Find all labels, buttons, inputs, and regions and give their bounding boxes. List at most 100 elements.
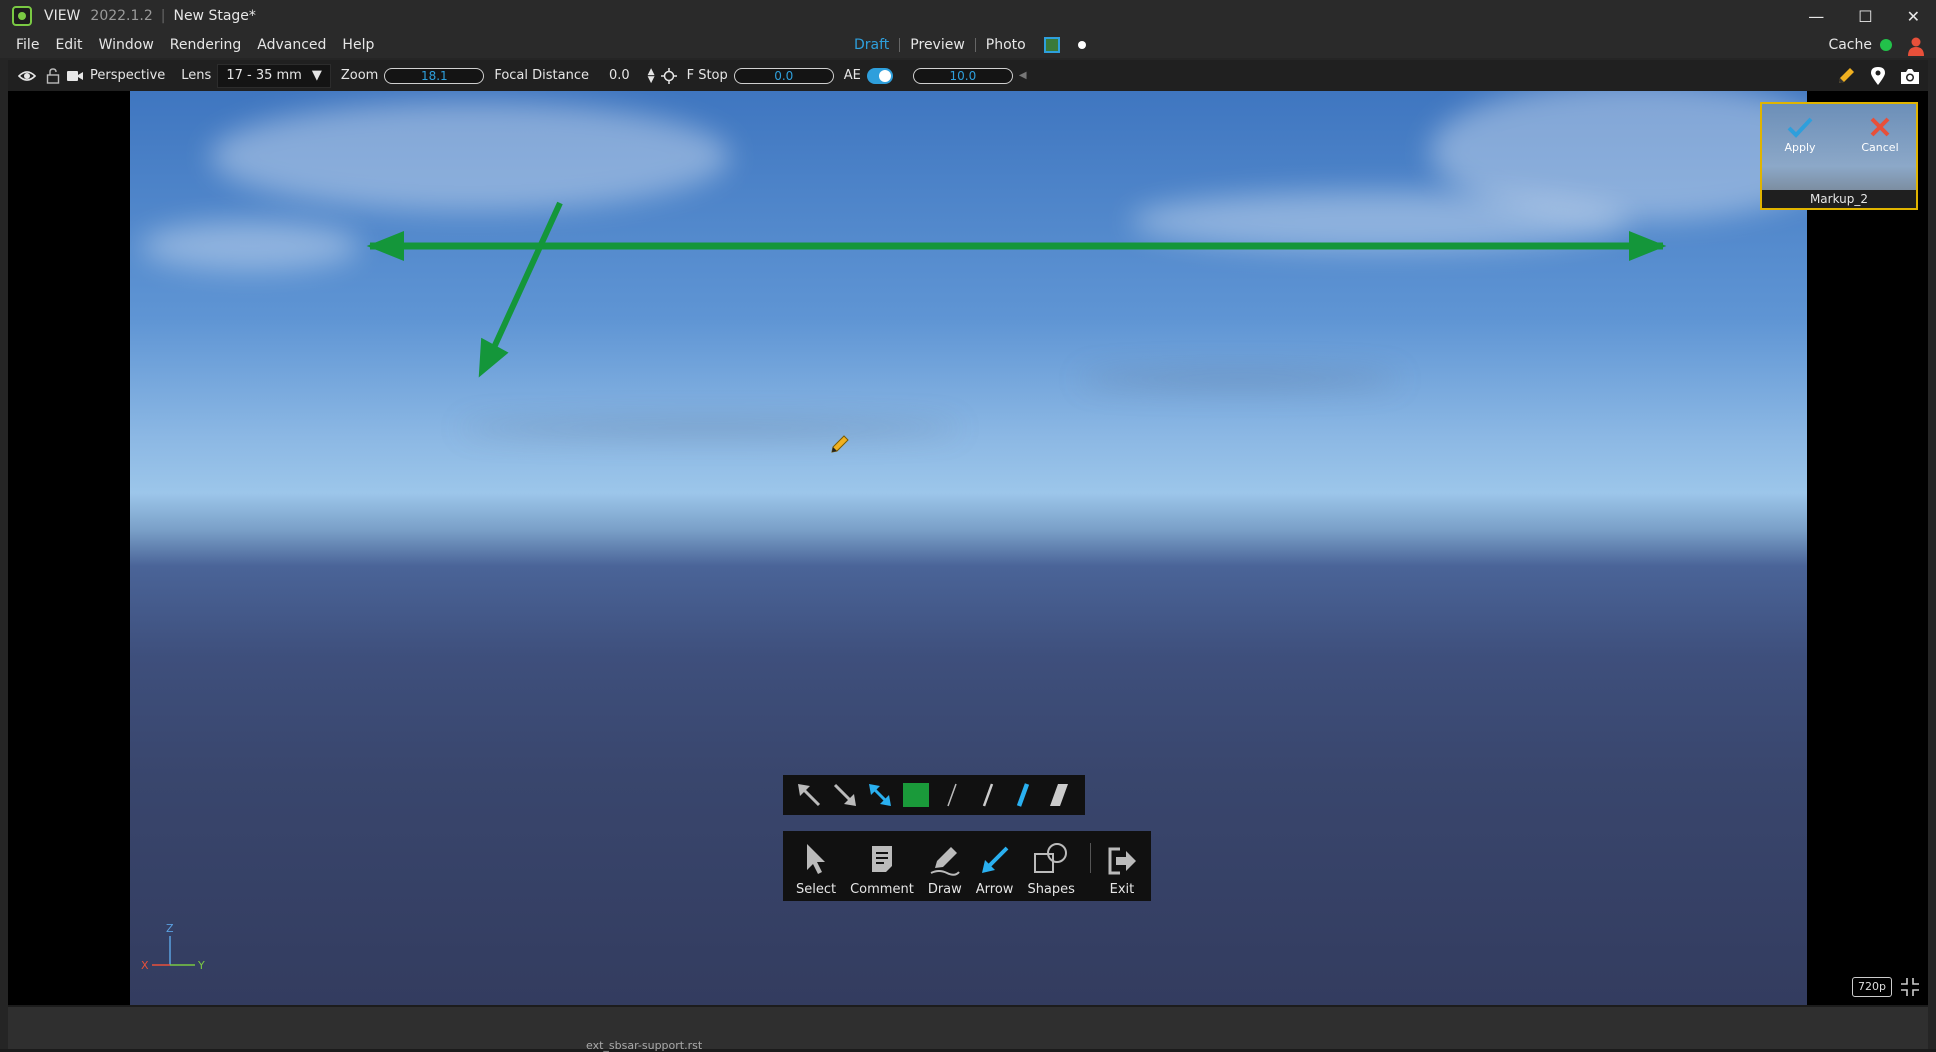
- cursor-icon: [807, 844, 826, 874]
- cancel-x-icon: [1870, 117, 1890, 137]
- axis-gizmo: Z Y X: [141, 922, 205, 970]
- double-arrow-icon: [869, 784, 892, 806]
- menu-file[interactable]: File: [16, 37, 39, 53]
- menu-window[interactable]: Window: [99, 37, 154, 53]
- cache-status-dot: [1880, 39, 1892, 51]
- draw-tool-label: Draw: [927, 882, 962, 897]
- menu-rendering[interactable]: Rendering: [170, 37, 242, 53]
- lens-label: Lens: [181, 68, 212, 83]
- title-bar: VIEW 2022.1.2 | New Stage* — ☐ ✕: [0, 0, 1936, 32]
- menu-edit[interactable]: Edit: [55, 37, 82, 53]
- camera-mode-label[interactable]: Perspective: [90, 68, 165, 83]
- apply-button[interactable]: Apply: [1770, 116, 1830, 154]
- arrow-double-style-button[interactable]: [865, 780, 895, 810]
- crosshair-icon[interactable]: [660, 67, 677, 84]
- double-arrow-annotation[interactable]: [366, 231, 1667, 261]
- minimize-button[interactable]: —: [1808, 7, 1824, 26]
- ae-toggle[interactable]: [866, 67, 893, 84]
- line-heavy-icon: [1050, 784, 1069, 806]
- lock-icon[interactable]: [46, 67, 60, 84]
- menu-advanced[interactable]: Advanced: [257, 37, 326, 53]
- status-bar: [8, 1005, 1928, 1049]
- ae-slider[interactable]: 10.0: [912, 67, 1013, 84]
- color-swatch: [903, 783, 930, 807]
- zoom-label: Zoom: [340, 68, 379, 83]
- comment-tool-label: Comment: [850, 882, 914, 897]
- axis-x-label: X: [141, 959, 149, 970]
- markup-panel: Apply Cancel Markup_2: [1760, 102, 1918, 210]
- cancel-label: Cancel: [1861, 141, 1899, 154]
- mode-draft[interactable]: Draft: [854, 37, 889, 53]
- apply-label: Apply: [1784, 141, 1816, 154]
- focal-distance-label: Focal Distance: [494, 68, 589, 83]
- pen-icon: [930, 847, 960, 876]
- stepper-arrows-icon[interactable]: ▲ ▼: [648, 67, 655, 84]
- line-medium-icon: [982, 783, 993, 807]
- pencil-icon[interactable]: [1836, 66, 1856, 86]
- app-name: VIEW: [44, 8, 81, 24]
- line-width-heavy-button[interactable]: [1044, 780, 1074, 810]
- arrow-annotation[interactable]: [478, 201, 563, 378]
- comment-tool-button[interactable]: Comment: [843, 835, 921, 897]
- viewport-letterbox-left: [8, 91, 130, 1005]
- cache-label: Cache: [1828, 37, 1872, 53]
- menu-help[interactable]: Help: [342, 37, 374, 53]
- arrow-tool-button[interactable]: Arrow: [969, 835, 1021, 897]
- draw-tool-button[interactable]: Draw: [921, 835, 969, 897]
- stage-name: New Stage*: [173, 8, 256, 24]
- line-width-thick-button[interactable]: [1008, 780, 1038, 810]
- mode-preview[interactable]: Preview: [910, 37, 965, 53]
- exit-tool-button[interactable]: Exit: [1099, 835, 1145, 897]
- markup-toolbar: Select Comment Draw Arrow Shapes Exit: [783, 831, 1151, 901]
- location-pin-icon[interactable]: [1870, 66, 1886, 86]
- app-version: 2022.1.2: [90, 8, 153, 24]
- exit-icon: [1108, 847, 1136, 875]
- close-button[interactable]: ✕: [1907, 7, 1920, 26]
- app-logo-icon: [12, 6, 32, 26]
- pencil-cursor-icon: [831, 435, 849, 453]
- ae-label: AE: [843, 68, 861, 83]
- lens-dropdown[interactable]: 17 - 35 mm ▼: [217, 63, 331, 88]
- select-tool-label: Select: [796, 882, 837, 897]
- slider-reset-icon[interactable]: ◀: [1019, 70, 1027, 81]
- zoom-slider[interactable]: 18.1: [384, 67, 485, 84]
- line-width-medium-button[interactable]: [973, 780, 1003, 810]
- line-thin-icon: [947, 783, 957, 807]
- toolbar-divider: [1089, 843, 1091, 873]
- cancel-button[interactable]: Cancel: [1850, 116, 1910, 154]
- camera-toolbar: Perspective Lens 17 - 35 mm ▼ Zoom 18.1 …: [8, 60, 1928, 91]
- axis-z-label: Z: [166, 922, 174, 935]
- screenshot-camera-icon[interactable]: [1900, 67, 1920, 85]
- lens-value: 17 - 35 mm: [226, 68, 302, 83]
- arrow-down-right-icon: [833, 783, 856, 806]
- exit-tool-label: Exit: [1109, 882, 1135, 897]
- render-status-dot: [1077, 41, 1086, 49]
- markup-name: Markup_2: [1762, 190, 1916, 208]
- fullscreen-icon[interactable]: [1900, 977, 1920, 997]
- resolution-badge[interactable]: 720p: [1852, 977, 1892, 997]
- render-settings-icon[interactable]: [1043, 37, 1060, 53]
- viewport-letterbox-right: [1807, 91, 1928, 1005]
- select-tool-button[interactable]: Select: [789, 835, 843, 897]
- maximize-button[interactable]: ☐: [1858, 7, 1872, 26]
- cache-status: Cache: [1828, 32, 1892, 58]
- shapes-icon: [1034, 843, 1068, 873]
- menu-bar: File Edit Window Rendering Advanced Help…: [0, 32, 1936, 58]
- shapes-tool-button[interactable]: Shapes: [1020, 835, 1081, 897]
- eye-icon[interactable]: [18, 69, 36, 83]
- mode-separator: [899, 38, 901, 52]
- line-width-thin-button[interactable]: [937, 780, 967, 810]
- arrow-end-style-button[interactable]: [830, 780, 860, 810]
- comment-icon: [871, 846, 892, 872]
- focal-distance-value[interactable]: 0.0: [609, 68, 630, 83]
- shapes-tool-label: Shapes: [1027, 882, 1075, 897]
- user-icon[interactable]: [1906, 36, 1926, 56]
- color-swatch-button[interactable]: [901, 780, 931, 810]
- fstop-slider[interactable]: 0.0: [733, 67, 834, 84]
- arrow-start-style-button[interactable]: [794, 780, 824, 810]
- camera-icon[interactable]: [66, 69, 84, 83]
- mode-separator: [974, 38, 976, 52]
- fstop-label: F Stop: [686, 68, 728, 83]
- mode-photo[interactable]: Photo: [986, 37, 1026, 53]
- arrow-tool-label: Arrow: [975, 882, 1014, 897]
